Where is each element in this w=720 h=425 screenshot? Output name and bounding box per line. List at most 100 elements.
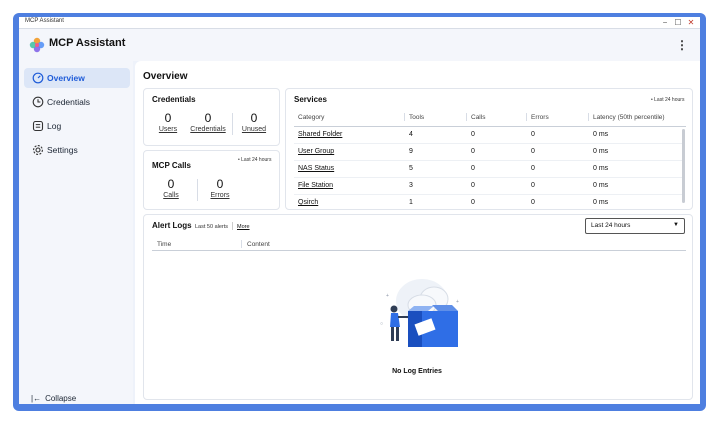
main-content: Overview Credentials 0 Users 0 Credentia… [135, 61, 700, 404]
stat-label: Calls [163, 192, 179, 199]
minimize-button[interactable]: − [659, 17, 671, 29]
errors-cell: 0 [531, 131, 535, 138]
gauge-icon [32, 72, 44, 84]
col-latency: Latency (50th percentile) [593, 114, 665, 121]
credentials-stat-credentials[interactable]: 0 Credentials [186, 111, 230, 133]
log-table-header: Time Content [152, 237, 686, 251]
service-link[interactable]: Qsirch [298, 199, 318, 206]
row-divider [294, 143, 682, 144]
stat-label: Credentials [190, 126, 226, 133]
table-scrollbar[interactable] [682, 129, 685, 203]
sidebar: Overview Credentials Log Settings |← Coll… [19, 61, 133, 404]
sidebar-item-label: Settings [47, 145, 78, 155]
sidebar-item-credentials[interactable]: Credentials [24, 92, 130, 112]
col-separator [526, 113, 527, 121]
collapse-icon: |← [31, 394, 42, 403]
credentials-stat-unused[interactable]: 0 Unused [234, 111, 274, 133]
sidebar-item-label: Overview [47, 73, 85, 83]
col-tools: Tools [409, 114, 425, 121]
collapse-button[interactable]: |← Collapse [31, 394, 76, 403]
chevron-down-icon: ▼ [673, 222, 679, 228]
errors-cell: 0 [531, 182, 535, 189]
credentials-title: Credentials [152, 95, 196, 104]
col-separator [404, 113, 405, 121]
service-link[interactable]: Shared Folder [298, 131, 342, 138]
more-link[interactable]: More [237, 224, 250, 230]
service-link[interactable]: File Station [298, 182, 333, 189]
col-content: Content [247, 241, 270, 248]
services-card: Services • Last 24 hours Category Tools … [285, 88, 693, 210]
sidebar-item-log[interactable]: Log [24, 116, 130, 136]
errors-cell: 0 [531, 148, 535, 155]
col-time: Time [157, 241, 172, 248]
sidebar-item-overview[interactable]: Overview [24, 68, 130, 88]
errors-cell: 0 [531, 199, 535, 206]
alert-logs-card: Alert Logs Last 50 alerts More Last 24 h… [143, 214, 693, 400]
divider [197, 179, 198, 201]
stat-value: 0 [216, 177, 224, 191]
alert-logs-subtitle: Last 50 alerts [195, 224, 229, 230]
empty-state-illustration: ○ + + [380, 279, 459, 347]
tools-cell: 3 [409, 182, 413, 189]
row-divider [294, 177, 682, 178]
tools-cell: 4 [409, 131, 413, 138]
mcp-calls-title: MCP Calls [152, 161, 191, 170]
calls-cell: 0 [471, 148, 475, 155]
mcp-calls-range: • Last 24 hours [238, 157, 272, 163]
app-window: MCP Assistant − ☐ ✕ MCP Assistant ⋮ Over… [19, 17, 700, 404]
latency-cell: 0 ms [593, 199, 609, 206]
stat-value: 0 [250, 111, 258, 125]
mcp-stat-errors[interactable]: 0 Errors [202, 177, 238, 199]
stat-label: Unused [241, 126, 267, 133]
latency-cell: 0 ms [593, 182, 609, 189]
credentials-card: Credentials 0 Users 0 Credentials 0 Unus… [143, 88, 280, 146]
errors-cell: 0 [531, 165, 535, 172]
time-range-select[interactable]: Last 24 hours ▼ [585, 218, 685, 234]
calls-cell: 0 [471, 182, 475, 189]
alert-logs-title: Alert Logs [152, 221, 192, 230]
services-range: • Last 24 hours [651, 97, 685, 103]
maximize-button[interactable]: ☐ [672, 17, 684, 29]
stat-label: Errors [210, 192, 230, 199]
mcp-calls-card: MCP Calls • Last 24 hours 0 Calls 0 Erro… [143, 150, 280, 210]
stat-label: Users [158, 126, 178, 133]
divider [232, 113, 233, 135]
col-category: Category [298, 114, 325, 121]
close-button[interactable]: ✕ [685, 17, 697, 29]
tools-cell: 9 [409, 148, 413, 155]
latency-cell: 0 ms [593, 148, 609, 155]
mcp-logo-icon [29, 37, 45, 53]
kebab-menu-icon[interactable]: ⋮ [674, 35, 690, 55]
page-title: Overview [143, 71, 188, 82]
clock-icon [32, 96, 44, 108]
credentials-stat-users[interactable]: 0 Users [150, 111, 186, 133]
tools-cell: 1 [409, 199, 413, 206]
latency-cell: 0 ms [593, 131, 609, 138]
stat-value: 0 [167, 177, 175, 191]
col-errors: Errors [531, 114, 549, 121]
divider [232, 222, 233, 230]
select-value: Last 24 hours [591, 222, 631, 229]
calls-cell: 0 [471, 131, 475, 138]
header-line [294, 126, 686, 127]
stat-value: 0 [204, 111, 212, 125]
service-link[interactable]: NAS Status [298, 165, 334, 172]
tools-cell: 5 [409, 165, 413, 172]
row-divider [294, 160, 682, 161]
svg-text:+: + [386, 293, 389, 299]
gear-icon [33, 145, 43, 155]
mcp-stat-calls[interactable]: 0 Calls [156, 177, 186, 199]
latency-cell: 0 ms [593, 165, 609, 172]
col-separator [588, 113, 589, 121]
col-calls: Calls [471, 114, 486, 121]
service-link[interactable]: User Group [298, 148, 334, 155]
row-divider [294, 194, 682, 195]
calls-cell: 0 [471, 165, 475, 172]
col-separator [466, 113, 467, 121]
sidebar-item-settings[interactable]: Settings [24, 140, 130, 160]
app-header: MCP Assistant ⋮ [19, 29, 700, 61]
window-title: MCP Assistant [25, 18, 64, 24]
sidebar-item-label: Log [47, 121, 62, 131]
collapse-label: Collapse [45, 394, 77, 403]
log-icon [32, 120, 44, 132]
